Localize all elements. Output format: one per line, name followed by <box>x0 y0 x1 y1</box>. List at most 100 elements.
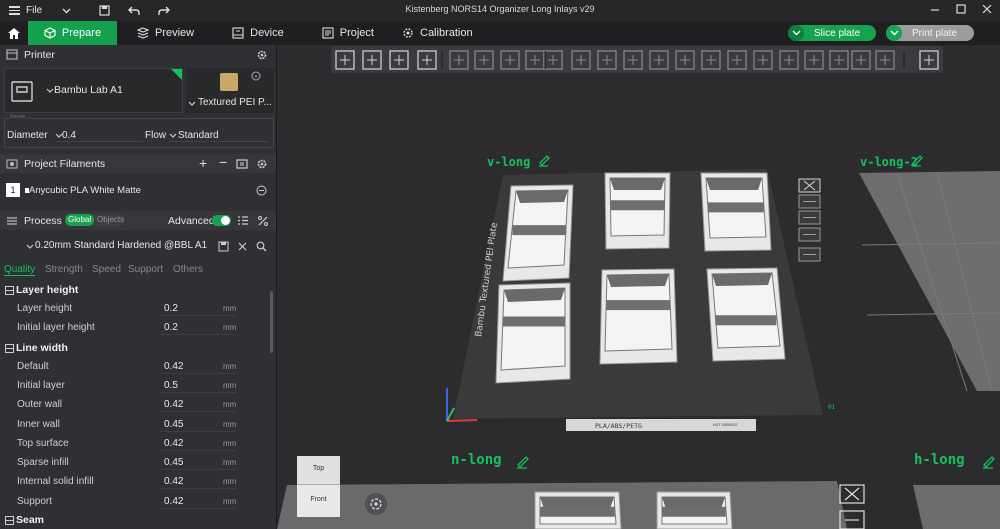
model-bin[interactable] <box>604 172 671 250</box>
edit-icon[interactable] <box>517 456 529 469</box>
filaments-section-label: Project Filaments <box>24 157 106 170</box>
search-icon[interactable] <box>256 241 267 252</box>
tab-project[interactable]: Project <box>308 21 388 45</box>
plate-label-v-long[interactable]: v-long <box>487 155 530 169</box>
param-unit: mm <box>223 361 237 371</box>
home-button[interactable] <box>0 21 28 45</box>
chevron-down-icon[interactable] <box>62 8 71 14</box>
percent-icon[interactable] <box>257 215 269 227</box>
param-unit: mm <box>223 458 237 468</box>
toggle-global[interactable]: Global <box>65 214 95 226</box>
redo-icon[interactable] <box>158 6 171 16</box>
filament-icon <box>6 159 18 168</box>
param-label: Layer height <box>17 303 73 314</box>
process-preset-select[interactable]: 0.20mm Standard Hardened @BBL A1 <box>4 237 274 255</box>
lock-plate-icon[interactable] <box>798 227 821 242</box>
tab-prepare-label: Prepare <box>61 27 102 39</box>
gear-icon[interactable] <box>256 49 268 61</box>
printer-section-header: Printer <box>0 45 276 64</box>
filament-sync-icon[interactable] <box>236 158 248 170</box>
x-axis <box>446 419 478 422</box>
model-bin[interactable] <box>706 267 786 362</box>
plate-label-h-long[interactable]: h-long <box>914 452 965 468</box>
file-menu[interactable]: File <box>26 5 42 16</box>
plate-number: 01 <box>828 404 836 411</box>
plate-selector[interactable]: Textured PEI P... <box>186 68 274 113</box>
filament-options-icon[interactable] <box>256 185 267 196</box>
plate-label-n-long[interactable]: n-long <box>451 452 502 468</box>
tab-quality[interactable]: Quality <box>4 264 36 276</box>
view-cube-top[interactable]: Top <box>297 456 340 485</box>
edit-icon[interactable] <box>539 155 550 167</box>
tab-device-label: Device <box>250 27 284 39</box>
toggle-objects[interactable]: Objects <box>97 214 124 226</box>
group-icon <box>5 516 14 525</box>
view-cube-front[interactable]: Front <box>297 485 340 503</box>
tab-others[interactable]: Others <box>173 264 203 275</box>
gear-icon[interactable] <box>256 158 268 170</box>
param-group-title: Line width <box>16 341 68 354</box>
view-cube[interactable]: Top Front <box>297 456 340 517</box>
tab-calibration[interactable]: Calibration <box>388 21 487 45</box>
print-plate-button[interactable]: Print plate <box>886 25 974 41</box>
param-group-header: Seam <box>0 511 270 529</box>
edit-icon[interactable] <box>983 456 995 469</box>
scene-canvas: PLA/ABS/PETG HOT SURFACE 01 Bambu Textur… <box>277 155 1000 529</box>
slice-plate-button[interactable]: Slice plate <box>788 25 876 41</box>
filament-index: 1 <box>6 183 20 197</box>
maximize-icon[interactable] <box>956 3 966 15</box>
view-cube-front-label: Front <box>310 496 327 503</box>
model-bin[interactable] <box>599 268 678 365</box>
global-objects-toggle[interactable]: Global Objects <box>65 214 125 226</box>
view-cube-top-label: Top <box>312 465 325 472</box>
close-icon[interactable] <box>982 3 992 15</box>
model-bin[interactable] <box>502 184 574 282</box>
flow-select[interactable]: Standard <box>169 128 269 142</box>
chevron-down-icon <box>188 101 196 106</box>
model-bin[interactable] <box>656 491 733 529</box>
scrollbar[interactable] <box>270 291 273 353</box>
param-label: Support <box>17 495 53 507</box>
orientation-button[interactable] <box>365 493 387 515</box>
remove-filament-icon[interactable]: − <box>219 154 227 170</box>
menu-icon[interactable] <box>8 6 20 16</box>
diameter-select[interactable]: 0.4 <box>55 128 143 142</box>
save-icon[interactable] <box>99 5 110 16</box>
close-icon[interactable] <box>237 241 248 252</box>
arrange-plate-icon[interactable] <box>798 194 821 209</box>
model-bin[interactable] <box>495 282 571 384</box>
plate-thumbnail <box>220 73 238 91</box>
tab-support[interactable]: Support <box>128 264 163 275</box>
plate-label-v-long-2[interactable]: v-long-2 <box>860 155 918 169</box>
undo-icon[interactable] <box>128 6 140 16</box>
param-value: 0.2 <box>164 303 178 314</box>
param-row: Initial layer 0.5 mm <box>0 376 270 395</box>
filaments-section-header: Project Filaments + − <box>0 154 276 173</box>
tab-device[interactable]: Device <box>218 21 298 45</box>
process-section-header: Process Global Objects Advanced <box>0 211 276 230</box>
info-icon[interactable] <box>251 71 261 81</box>
3d-viewport[interactable]: PLA/ABS/PETG HOT SURFACE 01 Bambu Textur… <box>277 45 1000 529</box>
minimize-icon[interactable] <box>930 3 940 15</box>
tab-prepare[interactable]: Prepare <box>28 21 117 45</box>
param-value: 0.45 <box>164 418 184 430</box>
add-filament-icon[interactable]: + <box>199 155 207 171</box>
tab-strength[interactable]: Strength <box>45 264 83 275</box>
model-bin[interactable] <box>700 172 772 252</box>
preview-icon <box>137 27 149 39</box>
close-plate-icon[interactable] <box>798 178 821 193</box>
save-preset-icon[interactable] <box>218 241 229 252</box>
plate-settings-icon[interactable] <box>798 247 821 262</box>
project-icon <box>322 27 334 39</box>
param-value: 0.5 <box>164 379 178 391</box>
param-row: Initial layer height 0.2 mm <box>0 318 270 337</box>
tab-speed[interactable]: Speed <box>92 264 121 275</box>
orient-plate-icon[interactable] <box>798 210 821 225</box>
model-bin[interactable] <box>534 491 622 529</box>
printer-selector[interactable]: Bambu Lab A1 <box>4 68 183 113</box>
tab-preview[interactable]: Preview <box>123 21 208 45</box>
advanced-toggle[interactable] <box>212 215 231 226</box>
close-plate-icon[interactable] <box>839 484 865 504</box>
filament-row[interactable]: 1 Anycubic PLA White Matte <box>4 182 274 200</box>
list-icon[interactable] <box>237 215 249 226</box>
